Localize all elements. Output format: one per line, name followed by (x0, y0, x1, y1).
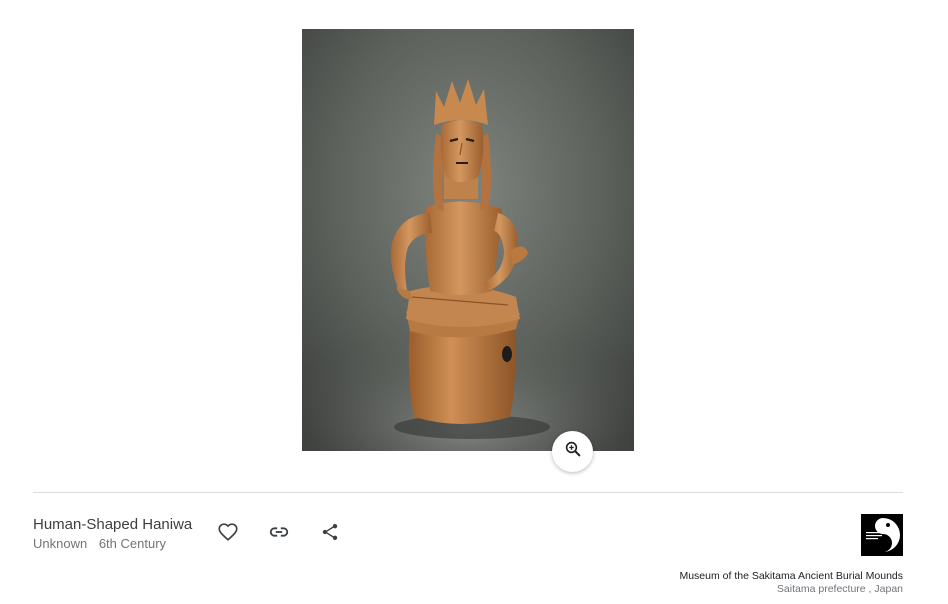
share-icon (320, 522, 340, 547)
link-icon (268, 521, 290, 548)
zoom-in-icon (564, 440, 582, 463)
artwork-creator[interactable]: Unknown (33, 536, 87, 551)
share-button[interactable] (318, 522, 342, 546)
artwork-page: Human-Shaped Haniwa Unknown 6th Century (0, 0, 948, 604)
like-button[interactable] (216, 522, 240, 546)
haniwa-figure-illustration (302, 29, 634, 451)
artwork-title[interactable]: Human-Shaped Haniwa (33, 515, 192, 534)
artwork-date[interactable]: 6th Century (99, 536, 166, 551)
museum-location: Saitama prefecture , Japan (776, 583, 903, 595)
divider (33, 492, 903, 493)
zoom-button[interactable] (552, 431, 593, 472)
museum-logo[interactable] (861, 514, 903, 556)
artwork-info: Human-Shaped Haniwa Unknown 6th Century (33, 515, 192, 553)
heart-icon (217, 521, 239, 548)
copy-link-button[interactable] (267, 522, 291, 546)
museum-logo-icon (861, 514, 903, 556)
artwork-image[interactable] (302, 29, 634, 451)
museum-name[interactable]: Museum of the Sakitama Ancient Burial Mo… (679, 570, 903, 582)
artwork-meta: Unknown 6th Century (33, 535, 192, 553)
